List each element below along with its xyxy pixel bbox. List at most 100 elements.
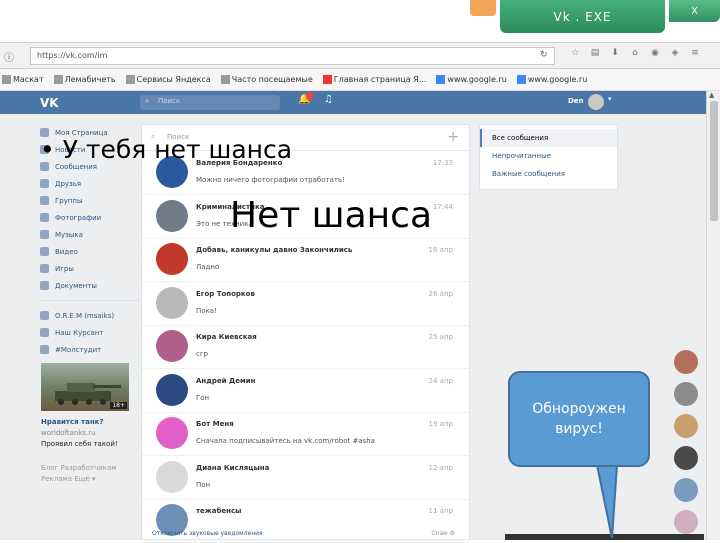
firefox-menu-button[interactable] — [470, 0, 496, 16]
bookmark-item[interactable]: www.google.ru — [436, 75, 507, 84]
sidebar-item-games[interactable]: Игры — [40, 260, 140, 277]
extension-icon[interactable]: ◉ — [648, 48, 662, 62]
dialog-name: Бот Меня — [196, 420, 234, 428]
bookmark-item[interactable]: www.google.ru — [516, 75, 587, 84]
sidebar-item-video[interactable]: Видео — [40, 243, 140, 260]
bookmark-item[interactable]: Лемабичеть — [53, 75, 116, 84]
pocket-icon[interactable]: ◈ — [668, 48, 682, 62]
sidebar-item-documents[interactable]: Документы — [40, 277, 140, 294]
sidebar-item-label: Наш Курсант — [55, 328, 104, 337]
hamburger-menu-icon[interactable]: ≡ — [688, 48, 702, 62]
footer-link-row[interactable]: Блог Разработчикам — [41, 463, 136, 474]
sidebar-item-photos[interactable]: Фотографии — [40, 209, 140, 226]
camera-icon — [40, 213, 49, 222]
avatar[interactable] — [156, 199, 188, 232]
dialog-last-message: Ладно — [196, 263, 220, 271]
group-icon — [40, 345, 49, 354]
dialog-last-message: Гон — [196, 393, 210, 402]
ad-title: Нравится танк? — [41, 418, 104, 426]
music-icon[interactable]: ♫ — [324, 94, 333, 105]
online-friends-strip — [674, 350, 700, 542]
bookmark-item[interactable]: Маскат — [2, 75, 44, 84]
avatar[interactable] — [156, 373, 188, 406]
sidebar-group-item[interactable]: #Молстудит — [40, 341, 140, 358]
avatar[interactable] — [588, 94, 604, 110]
avatar[interactable] — [674, 414, 698, 438]
tab-all-messages[interactable]: Все сообщения — [480, 129, 617, 147]
avatar[interactable] — [156, 286, 188, 319]
info-icon[interactable]: ⓘ — [4, 49, 14, 64]
callout-text: Обнороужен вирус! — [532, 401, 626, 437]
avatar[interactable] — [674, 478, 698, 502]
dialog-time: 17:33 — [432, 159, 453, 167]
dialog-name: тежабенсы — [196, 507, 242, 515]
avatar[interactable] — [156, 460, 188, 493]
dialog-name: Добавь, каникулы давно Закончились — [196, 246, 353, 254]
disable-sound-link[interactable]: Отключить звуковые уведомления — [152, 530, 263, 537]
dialogs-list: ⌕ Поиск + Валерия Бондаренко Можно ничего… — [141, 124, 470, 543]
tab-important[interactable]: Важные сообщения — [480, 165, 617, 183]
dialog-time: 16 апр — [428, 246, 453, 254]
browser-tab[interactable]: Vk . EXE — [500, 0, 665, 33]
sidebar-item-music[interactable]: Музыка — [40, 226, 140, 243]
tab-unread[interactable]: Непрочитанные — [480, 147, 617, 165]
bookmarks-icon[interactable]: ▤ — [588, 48, 602, 62]
dialog-row[interactable]: Кира Киевская сгр 25 апр — [142, 325, 469, 369]
dialog-last-message: Сначала подписывайтесь на vk.com/robot #… — [196, 437, 375, 445]
sidebar-group-item[interactable]: O.R.E.M (msaiks) — [40, 307, 140, 324]
bookmark-item[interactable]: Часто посещаемые — [220, 75, 313, 84]
star-icon[interactable]: ☆ — [568, 48, 582, 62]
search-icon: ⌕ — [145, 96, 150, 105]
dialog-row[interactable]: Егор Топорков Пока! 26 апр — [142, 282, 469, 326]
bookmarks-bar: Маскат Лемабичеть Сервисы Яндекса Часто … — [0, 69, 720, 91]
url-field[interactable]: https://vk.com/im — [30, 47, 555, 65]
avatar[interactable] — [674, 382, 698, 406]
avatar[interactable] — [156, 243, 188, 275]
sidebar-item-friends[interactable]: Друзья — [40, 175, 140, 192]
ad-text[interactable]: Нравится танк? worldoftanks.ru Проявил с… — [41, 417, 136, 450]
music-note-icon — [40, 230, 49, 239]
toolbar-icons: ☆ ▤ ⬇ ⌂ ◉ ◈ ≡ — [568, 48, 702, 62]
page-scrollbar[interactable]: ▲ — [706, 91, 720, 540]
dialog-row[interactable]: Бот Меня Сначала подписывайтесь на vk.com… — [142, 412, 469, 456]
dialog-row[interactable]: Добавь, каникулы давно Закончились Ладно 1… — [142, 238, 469, 282]
dialog-name: Егор Топорков — [196, 289, 255, 298]
virus-warning-callout: Обнороужен вирус! — [508, 371, 650, 467]
avatar[interactable] — [156, 417, 188, 449]
scroll-thumb[interactable] — [710, 101, 718, 221]
vk-search-input[interactable]: ⌕ Поиск — [140, 95, 280, 110]
home-icon[interactable]: ⌂ — [628, 48, 642, 62]
vk-logo[interactable]: VK — [40, 96, 59, 110]
sidebar-group-item[interactable]: Наш Курсант — [40, 324, 140, 341]
chevron-down-icon[interactable]: ▾ — [608, 95, 612, 103]
scroll-up-arrow-icon[interactable]: ▲ — [709, 91, 714, 99]
spam-link[interactable]: Спам ⚙ — [431, 530, 455, 537]
video-icon — [40, 247, 49, 256]
sidebar-item-label: Группы — [55, 196, 83, 205]
ad-image-tank[interactable]: 18+ — [41, 363, 129, 411]
footer-links: Блог Разработчикам Реклама Ещё ▾ — [41, 463, 136, 485]
new-message-plus-icon[interactable]: + — [447, 129, 459, 145]
dialog-row[interactable]: Диана Кисляцына Пон 12 апр — [142, 456, 469, 500]
dialog-row[interactable]: Андрей Демин Гон 24 апр — [142, 369, 469, 413]
document-icon — [40, 281, 49, 290]
download-icon[interactable]: ⬇ — [608, 48, 622, 62]
age-rating-badge: 18+ — [110, 402, 127, 409]
divider — [40, 300, 140, 301]
dialog-name: Кира Киевская — [196, 333, 257, 341]
footer-link-row[interactable]: Реклама Ещё ▾ — [41, 474, 136, 485]
avatar[interactable] — [674, 350, 698, 374]
avatar[interactable] — [674, 446, 698, 470]
avatar[interactable] — [156, 330, 188, 362]
user-name[interactable]: Den — [568, 97, 584, 105]
avatar[interactable] — [674, 510, 698, 534]
sidebar-item-groups[interactable]: Группы — [40, 192, 140, 209]
sidebar-item-label: O.R.E.M (msaiks) — [55, 311, 115, 320]
window-close-button[interactable]: X — [669, 0, 720, 22]
reload-icon[interactable]: ↻ — [540, 50, 548, 60]
bookmark-item[interactable]: Главная страница Я... — [322, 75, 426, 84]
slide-big-text: Нет шанса — [230, 195, 433, 236]
bookmark-item[interactable]: Сервисы Яндекса — [125, 75, 211, 84]
dialog-time: 25 апр — [428, 333, 453, 341]
sidebar-item-label: #Молстудит — [55, 345, 102, 354]
